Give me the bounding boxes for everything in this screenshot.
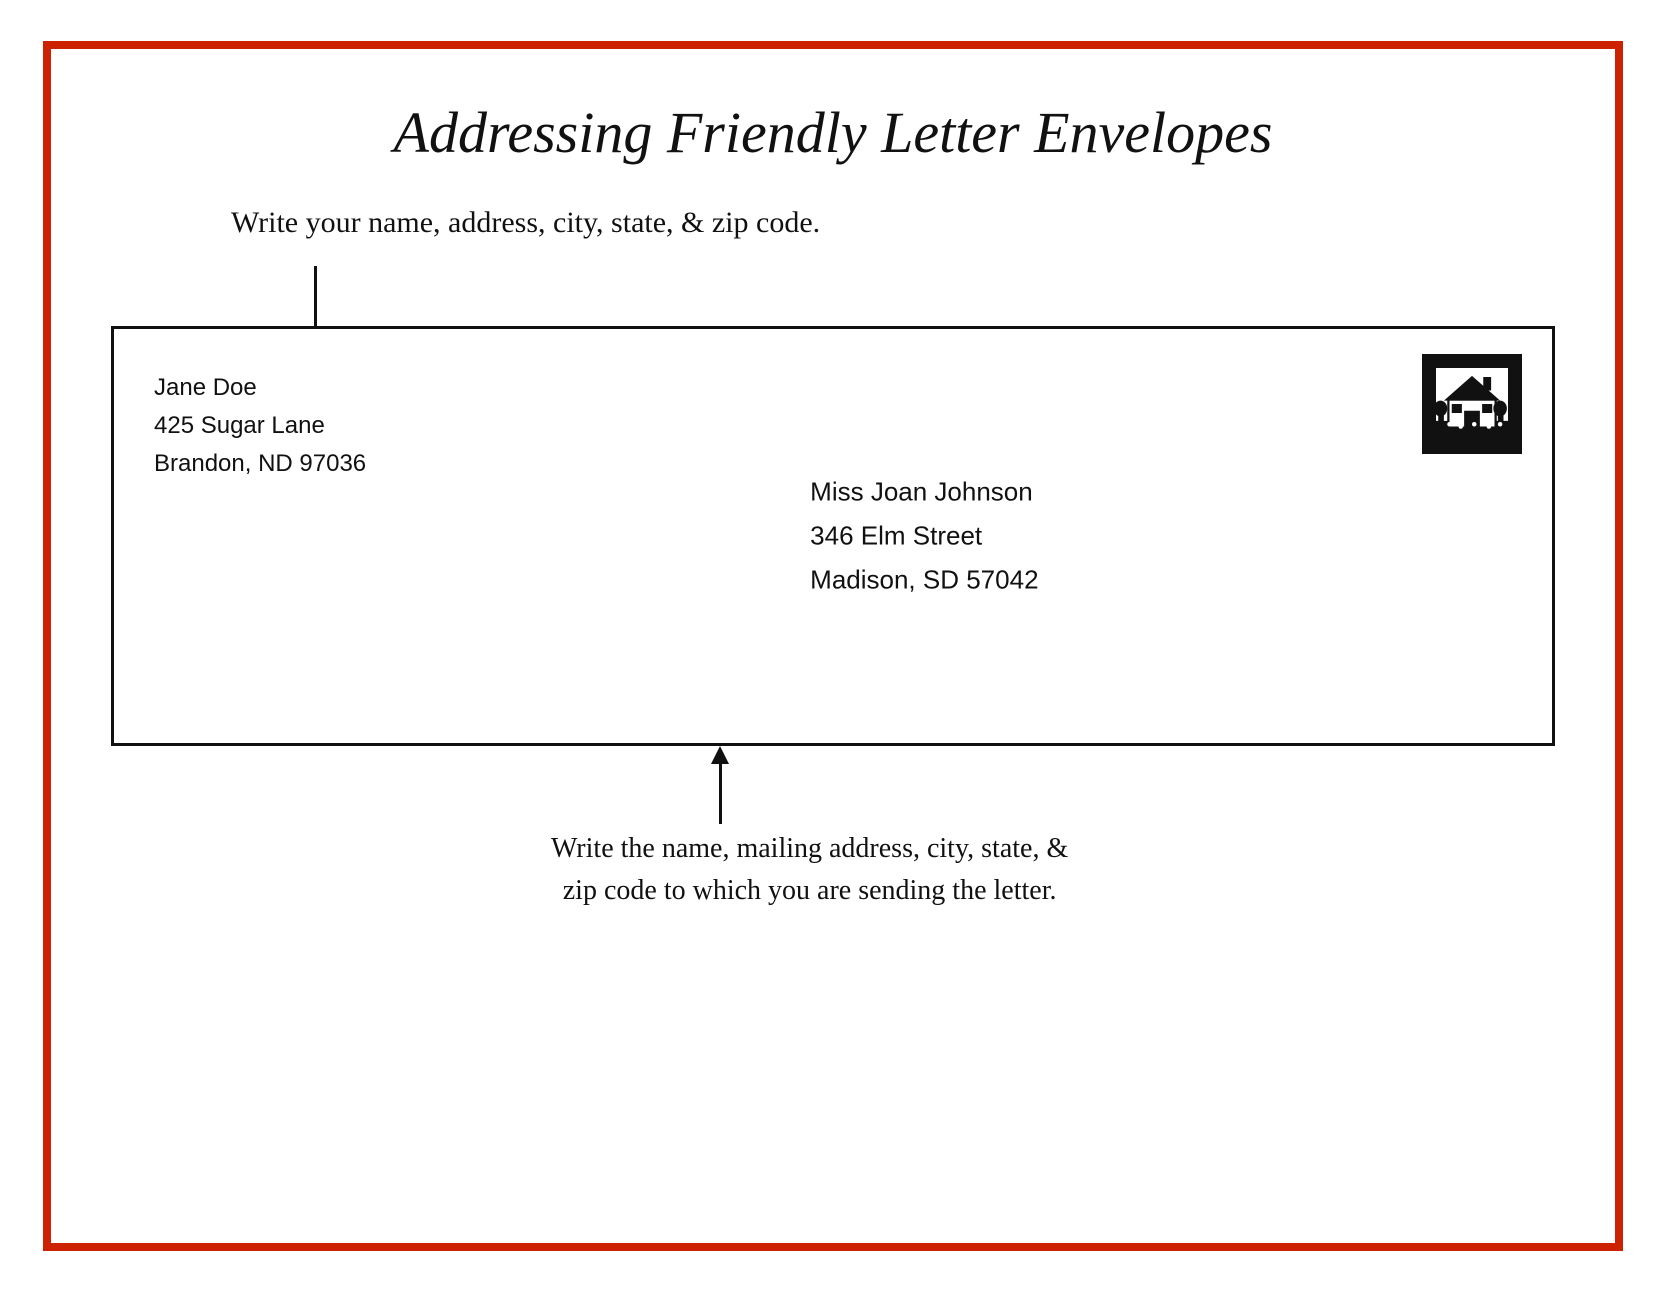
- page-container: Addressing Friendly Letter Envelopes Wri…: [43, 41, 1623, 1251]
- envelope: Jane Doe 425 Sugar Lane Brandon, ND 9703…: [111, 326, 1555, 746]
- arrow-up-icon: [711, 746, 729, 824]
- return-street: 425 Sugar Lane: [154, 407, 366, 445]
- bottom-annotation-text: Write the name, mailing address, city, s…: [551, 828, 1068, 912]
- stamp-icon: [1422, 354, 1522, 454]
- top-annotation-text: Write your name, address, city, state, &…: [231, 206, 820, 240]
- page-title: Addressing Friendly Letter Envelopes: [394, 99, 1273, 166]
- return-city-state-zip: Brandon, ND 97036: [154, 445, 366, 483]
- bottom-annotation-area: Write the name, mailing address, city, s…: [111, 746, 1555, 926]
- recipient-name: Miss Joan Johnson: [810, 469, 1038, 513]
- recipient-street: 346 Elm Street: [810, 513, 1038, 557]
- recipient-city-state-zip: Madison, SD 57042: [810, 558, 1038, 602]
- top-annotation-area: Write your name, address, city, state, &…: [111, 206, 1555, 316]
- recipient-address: Miss Joan Johnson 346 Elm Street Madison…: [810, 469, 1038, 602]
- return-name: Jane Doe: [154, 369, 366, 407]
- return-address: Jane Doe 425 Sugar Lane Brandon, ND 9703…: [154, 369, 366, 484]
